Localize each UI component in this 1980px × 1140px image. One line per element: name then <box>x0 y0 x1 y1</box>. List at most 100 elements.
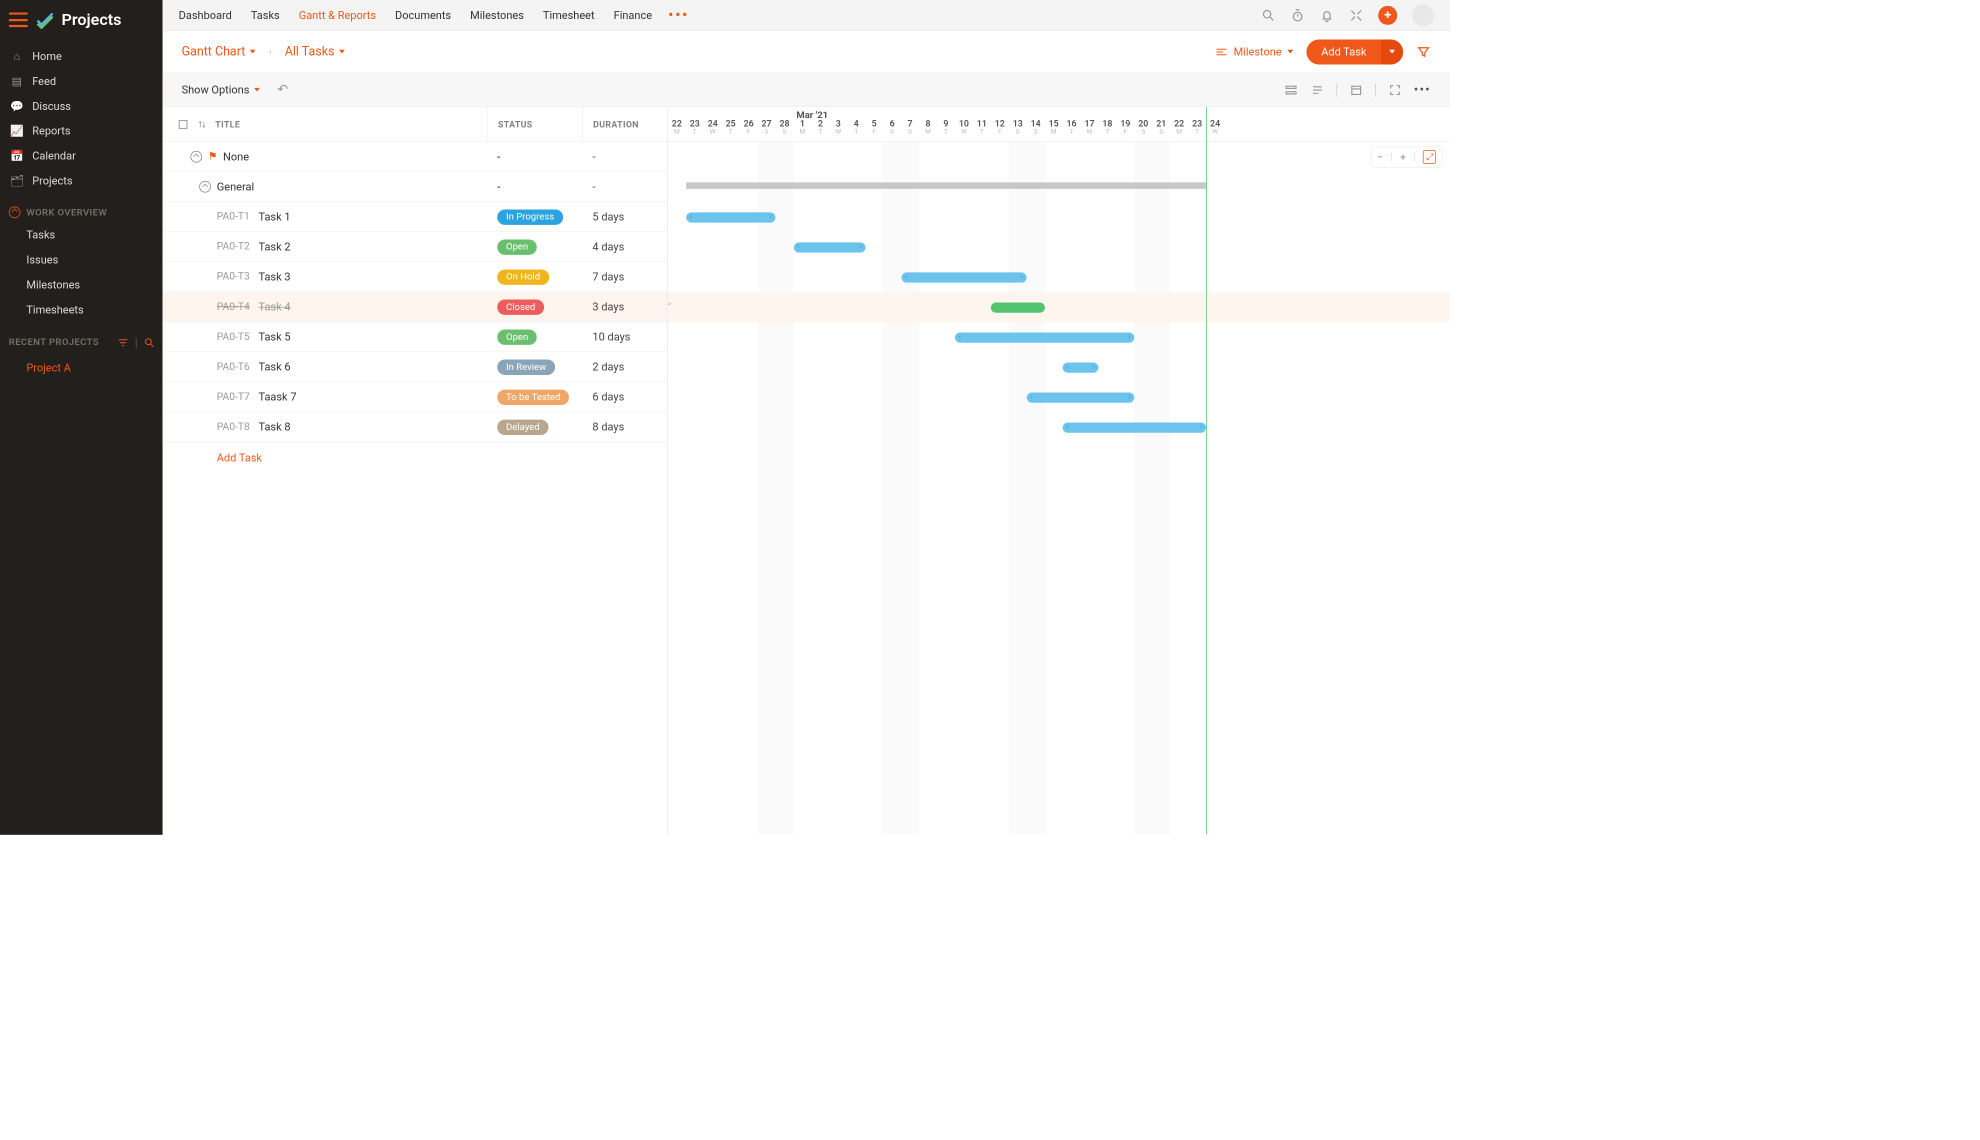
timeline-day: 16T <box>1063 119 1081 141</box>
task-row[interactable]: PA0-T6Task 6In Review2 days <box>163 352 668 382</box>
zoom-in-icon[interactable]: + <box>1400 151 1406 163</box>
crumb-all-tasks[interactable]: All Tasks <box>285 44 345 59</box>
bell-icon[interactable] <box>1320 8 1335 23</box>
task-row[interactable]: PA0-T8Task 8Delayed8 days <box>163 412 668 442</box>
more-options-icon[interactable]: ••• <box>1414 83 1431 97</box>
gantt-bar[interactable] <box>901 272 1027 282</box>
add-task-link[interactable]: Add Task <box>163 442 668 473</box>
filter-settings-icon[interactable] <box>117 336 129 348</box>
task-row[interactable]: PA0-T1Task 1In Progress5 days <box>163 202 668 232</box>
calendar-icon[interactable] <box>1349 82 1364 97</box>
zoom-out-icon[interactable]: − <box>1377 151 1383 163</box>
main: Dashboard Tasks Gantt & Reports Documents Mi… <box>163 0 1450 835</box>
filter-icon[interactable] <box>1416 44 1431 59</box>
search-icon[interactable] <box>1261 8 1276 23</box>
flag-icon: ⚑ <box>208 151 217 163</box>
col-header-title[interactable]: TITLE <box>215 119 240 129</box>
gantt-bar[interactable] <box>991 302 1045 312</box>
options-bar: Show Options ↶ ••• <box>163 73 1450 107</box>
timeline-day: 27S <box>758 119 776 141</box>
show-options[interactable]: Show Options <box>182 83 260 96</box>
gantt-bar[interactable] <box>793 242 865 252</box>
timeline-day: 26F <box>740 119 758 141</box>
task-row[interactable]: PA0-T2Task 2Open4 days <box>163 232 668 262</box>
sort-icon[interactable] <box>198 120 207 129</box>
sidebar-item-milestones[interactable]: Milestones <box>0 272 163 297</box>
resize-handle-icon[interactable]: ⇔ <box>668 297 672 312</box>
group-name: None <box>223 150 249 163</box>
status-badge[interactable]: Open <box>497 239 537 254</box>
add-task-split-icon[interactable] <box>1381 39 1403 64</box>
summary-bar[interactable] <box>686 182 1206 189</box>
task-name: Task 5 <box>258 330 290 343</box>
sidebar-item-timesheets[interactable]: Timesheets <box>0 297 163 322</box>
col-header-duration[interactable]: DURATION <box>593 119 639 129</box>
avatar[interactable] <box>1412 4 1434 26</box>
col-header-status[interactable]: STATUS <box>498 119 533 129</box>
task-duration: 6 days <box>582 390 667 403</box>
chevron-up-icon[interactable] <box>9 207 21 219</box>
status-badge[interactable]: On Hold <box>497 269 549 284</box>
recent-project-item[interactable]: Project A <box>0 355 163 380</box>
task-id: PA0-T4 <box>217 301 250 313</box>
gantt-bar[interactable] <box>1063 423 1207 433</box>
hamburger-icon[interactable] <box>9 12 28 27</box>
gantt-bar[interactable] <box>1027 393 1135 403</box>
status-badge[interactable]: To be Tested <box>497 389 569 404</box>
nav-label: Calendar <box>32 149 76 162</box>
task-name: Task 8 <box>258 420 290 433</box>
milestone-select[interactable]: Milestone <box>1215 45 1294 58</box>
status-badge[interactable]: In Progress <box>497 209 563 224</box>
tab-timesheet[interactable]: Timesheet <box>543 8 595 21</box>
group-row-general[interactable]: General - - <box>163 172 668 202</box>
task-row[interactable]: PA0-T7Taask 7To be Tested6 days <box>163 382 668 412</box>
collapse-icon[interactable] <box>190 151 202 163</box>
sidebar-item-home[interactable]: ⌂Home <box>0 44 163 69</box>
tab-milestones[interactable]: Milestones <box>470 8 524 21</box>
group-row-none[interactable]: ⚑None - - <box>163 142 668 172</box>
tab-documents[interactable]: Documents <box>395 8 451 21</box>
fullscreen-icon[interactable] <box>1388 82 1403 97</box>
tab-finance[interactable]: Finance <box>614 8 652 21</box>
search-icon[interactable] <box>144 336 156 348</box>
crumb-gantt-chart[interactable]: Gantt Chart <box>182 44 256 59</box>
zoom-fit-icon[interactable]: ⤢ <box>1423 150 1436 164</box>
chevron-right-icon: › <box>269 46 272 57</box>
task-row[interactable]: PA0-T4Task 4Closed3 days <box>163 292 668 322</box>
sidebar-item-reports[interactable]: 📈Reports <box>0 119 163 144</box>
tab-gantt-reports[interactable]: Gantt & Reports <box>299 8 376 21</box>
status-badge[interactable]: Delayed <box>497 419 548 434</box>
status-badge[interactable]: Open <box>497 329 537 344</box>
group-name: General <box>217 180 254 193</box>
sidebar-item-tasks[interactable]: Tasks <box>0 223 163 248</box>
tab-tasks[interactable]: Tasks <box>251 8 280 21</box>
gantt-row <box>668 202 1450 232</box>
sidebar-item-feed[interactable]: ▤Feed <box>0 69 163 94</box>
task-row[interactable]: PA0-T5Task 5Open10 days <box>163 322 668 352</box>
task-duration: 7 days <box>582 270 667 283</box>
expand-all-icon[interactable] <box>177 118 189 130</box>
add-global-button[interactable]: + <box>1378 5 1397 24</box>
gantt-bar[interactable] <box>955 332 1134 342</box>
add-task-button[interactable]: Add Task <box>1307 39 1403 64</box>
sidebar-item-issues[interactable]: Issues <box>0 248 163 273</box>
collapse-icon[interactable] <box>199 181 211 193</box>
task-row[interactable]: PA0-T3Task 3On Hold7 days <box>163 262 668 292</box>
tools-icon[interactable] <box>1349 8 1364 23</box>
gantt-bar[interactable] <box>1063 362 1099 372</box>
status-badge[interactable]: Closed <box>497 299 544 314</box>
undo-icon[interactable]: ↶ <box>277 82 288 97</box>
tab-dashboard[interactable]: Dashboard <box>179 8 232 21</box>
gantt-row <box>668 322 1450 352</box>
view-option-1-icon[interactable] <box>1284 82 1299 97</box>
sidebar-item-calendar[interactable]: 📅Calendar <box>0 144 163 169</box>
timer-icon[interactable] <box>1290 8 1305 23</box>
view-option-2-icon[interactable] <box>1310 82 1325 97</box>
gantt-chart[interactable]: Mar '21 22M23T24W25T26F27S28S1M2T3W4T5F6… <box>668 107 1450 835</box>
sidebar-item-projects[interactable]: 🗂Projects <box>0 168 163 193</box>
gantt-bar[interactable] <box>686 212 776 222</box>
status-badge[interactable]: In Review <box>497 359 555 374</box>
recent-projects-label: RECENT PROJECTS <box>9 337 99 348</box>
task-duration: 3 days <box>582 300 667 313</box>
sidebar-item-discuss[interactable]: 💬Discuss <box>0 94 163 119</box>
